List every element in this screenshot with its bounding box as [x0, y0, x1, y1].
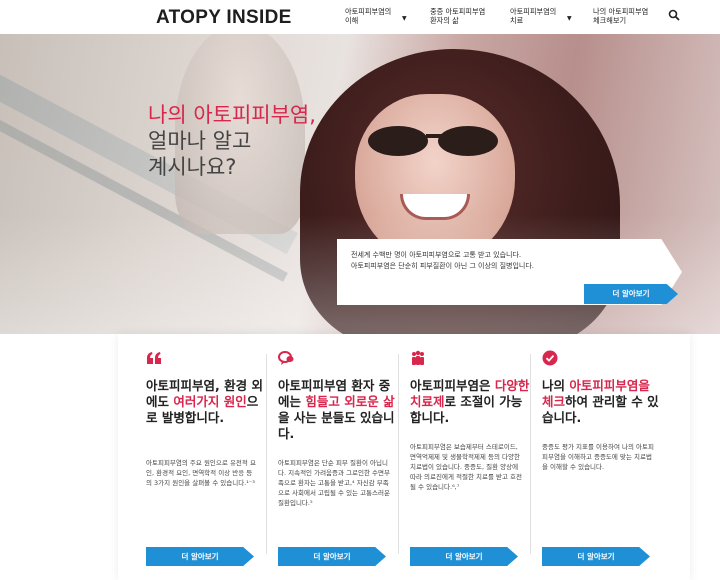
quote-icon — [147, 352, 161, 364]
card-title: 아토피피부염, 환경 외에도 여러가지 원인으로 발병합니다. — [146, 378, 266, 426]
nav-label: 체크해보기 — [593, 15, 627, 25]
feature-cards: 아토피피부염, 환경 외에도 여러가지 원인으로 발병합니다. 아토피피부염의 … — [118, 334, 690, 580]
hero-info-line: 아토피피부염은 단순히 피부질환이 아닌 그 이상의 질병입니다. — [351, 261, 535, 270]
card-title-accent: 여러가지 원인 — [173, 394, 247, 409]
card-divider — [266, 354, 267, 554]
card-learn-more-button[interactable]: 더 알아보기 — [278, 547, 386, 566]
card-title-accent: 힘들고 외로운 삶 — [305, 394, 395, 409]
card-description: 아토피피부염은 보습제부터 스테로이드, 면역억제제 및 생물학적제제 등의 다… — [410, 443, 522, 491]
hero-title: 나의 아토피피부염, 얼마나 알고 계시나요? — [148, 102, 316, 180]
card-title: 아토피피부염 환자 중에는 힘들고 외로운 삶을 사는 분들도 있습니다. — [278, 378, 398, 442]
card-description: 아토피피부염은 단순 피부 질환이 아닙니다. 지속적인 가려움증과 그로인한 … — [278, 459, 390, 507]
site-logo[interactable]: ATOPY INSIDE — [156, 7, 292, 29]
card-description: 중증도 평가 지표를 이용하여 나의 아토피피부염을 이해하고 증증도에 맞는 … — [542, 443, 654, 471]
site-header: ATOPY INSIDE 아토피피부염의 이해 ▼ 중증 아토피피부염 환자의 … — [0, 0, 720, 34]
card-divider — [530, 354, 531, 554]
nav-label: 환자의 삶 — [430, 15, 459, 25]
hero-title-line: 계시나요? — [148, 155, 237, 179]
nav-label: 이해 — [345, 15, 359, 25]
card-learn-more-button[interactable]: 더 알아보기 — [410, 547, 518, 566]
card-causes: 아토피피부염, 환경 외에도 여러가지 원인으로 발병합니다. 아토피피부염의 … — [146, 334, 278, 580]
nav-label: 아토피피부염의 — [345, 7, 392, 16]
card-title-text: 나의 — [542, 378, 570, 393]
hero-learn-more-button[interactable]: 더 알아보기 — [584, 284, 678, 304]
hero-title-line: 얼마나 알고 — [148, 129, 252, 153]
search-icon[interactable] — [668, 9, 680, 21]
nav-item-treatment[interactable]: 아토피피부염의 치료 — [510, 7, 557, 25]
card-title: 나의 아토피피부염을 체크하여 관리할 수 있습니다. — [542, 378, 662, 426]
nav-label: 치료 — [510, 15, 524, 25]
card-title: 아토피피부염은 다양한 치료제로 조절이 가능합니다. — [410, 378, 530, 426]
hero-info-text: 전세계 수백만 명이 아토피피부염으로 고통 받고 있습니다. 아토피피부염은 … — [351, 250, 534, 271]
people-icon — [412, 350, 424, 365]
chevron-down-icon[interactable]: ▼ — [567, 15, 572, 22]
card-divider — [398, 354, 399, 554]
card-learn-more-button[interactable]: 더 알아보기 — [542, 547, 650, 566]
nav-item-self-check[interactable]: 나의 아토피피부염 체크해보기 — [593, 7, 649, 25]
nav-item-patient-life[interactable]: 중증 아토피피부염 환자의 삶 — [430, 7, 486, 25]
card-title-text: 아토피피부염은 — [410, 378, 495, 393]
card-self-check: 나의 아토피피부염을 체크하여 관리할 수 있습니다. 중증도 평가 지표를 이… — [542, 334, 674, 580]
card-title-text: 을 사는 분들도 있습니다. — [278, 410, 395, 441]
card-description: 아토피피부염의 주요 원인으로 유전적 요인, 환경적 요인, 면역학적 이상 … — [146, 459, 256, 487]
nav-label: 중증 아토피피부염 — [430, 7, 486, 16]
chevron-down-icon[interactable]: ▼ — [402, 15, 407, 22]
nav-label: 아토피피부염의 — [510, 7, 557, 16]
card-learn-more-button[interactable]: 더 알아보기 — [146, 547, 254, 566]
check-circle-icon — [542, 350, 558, 366]
card-treatment: 아토피피부염은 다양한 치료제로 조절이 가능합니다. 아토피피부염은 보습제부… — [410, 334, 542, 580]
nav-item-understanding[interactable]: 아토피피부염의 이해 — [345, 7, 392, 25]
hero-title-accent: 나의 아토피피부염, — [148, 103, 316, 127]
chat-bubbles-icon — [278, 351, 294, 365]
hero-info-line: 전세계 수백만 명이 아토피피부염으로 고통 받고 있습니다. — [351, 251, 522, 259]
card-patient-life: 아토피피부염 환자 중에는 힘들고 외로운 삶을 사는 분들도 있습니다. 아토… — [278, 334, 410, 580]
nav-label: 나의 아토피피부염 — [593, 7, 649, 16]
